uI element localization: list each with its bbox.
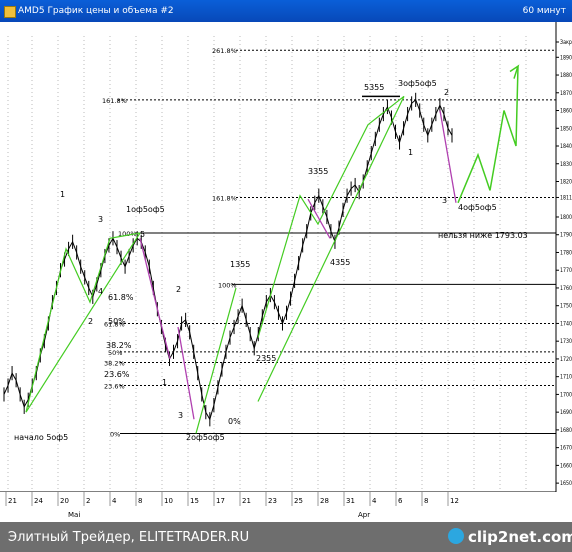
x-tick-label: 21 xyxy=(8,497,17,505)
y-tick-label: 1730 xyxy=(560,338,572,345)
x-tick-label: 6 xyxy=(398,497,403,505)
wave-annotation: 5355 xyxy=(364,83,384,92)
wave-annotation: 2оф5оф5 xyxy=(186,433,225,442)
y-tick-label: 1700 xyxy=(560,391,572,398)
y-tick-label: 1850 xyxy=(560,125,572,132)
wave-annotation: 2 xyxy=(88,317,93,326)
x-tick-label: 24 xyxy=(34,497,43,505)
x-tick-label: 8 xyxy=(138,497,142,505)
y-tick-label: 1800 xyxy=(560,214,572,221)
wave-annotation: 4 xyxy=(98,287,103,296)
fib-level-label: 100% xyxy=(218,281,237,289)
window-title: AMD5 График цены и объема #2 xyxy=(18,6,174,16)
wave-annotation: 38.2% xyxy=(106,341,132,350)
wave-annotation: 5 xyxy=(140,230,145,239)
window-titlebar: AMD5 График цены и объема #2 60 минут xyxy=(0,0,572,22)
x-tick-label: 20 xyxy=(60,497,69,505)
wave-annotation: нельзя ниже 1793.03 xyxy=(438,231,528,240)
y-tick-label: 1650 xyxy=(560,480,572,487)
timeframe-label: 60 минут xyxy=(522,6,566,16)
app-icon xyxy=(4,6,16,18)
wave-annotation: 50% xyxy=(108,317,126,326)
price-chart[interactable]: Закр189018801870186018501840183018201811… xyxy=(0,22,572,522)
y-tick-label: 1830 xyxy=(560,161,572,168)
wave-annotation: 3 xyxy=(442,196,447,205)
fib-level-label: 161.8% xyxy=(212,194,237,202)
y-tick-label: 1670 xyxy=(560,445,572,452)
x-tick-label: 23 xyxy=(268,497,277,505)
x-month-label: Apr xyxy=(358,511,370,519)
y-tick-label: 1840 xyxy=(560,143,572,150)
y-tick-label: 1710 xyxy=(560,374,572,381)
wave-annotation: 3355 xyxy=(308,167,328,176)
y-tick-label: 1780 xyxy=(560,249,572,256)
y-tick-label: 1770 xyxy=(560,267,572,274)
wave-annotation: 1355 xyxy=(230,260,250,269)
wave-annotation: 2 xyxy=(176,285,181,294)
y-tick-label: 1750 xyxy=(560,303,572,310)
fib-level-label: 261.8% xyxy=(212,47,237,55)
x-tick-label: 12 xyxy=(450,497,459,505)
x-tick-label: 2 xyxy=(86,497,90,505)
y-tick-label: 1890 xyxy=(560,54,572,61)
wave-annotation: 3 xyxy=(98,215,103,224)
wave-annotation: 4355 xyxy=(330,258,350,267)
y-tick-label: 1690 xyxy=(560,409,572,416)
wave-annotation: начало 5оф5 xyxy=(14,433,68,442)
wave-annotation: 23.6% xyxy=(104,370,130,379)
wave-annotation: 2 xyxy=(444,88,449,97)
wave-annotation: 1 xyxy=(408,148,413,157)
x-tick-label: 25 xyxy=(294,497,303,505)
x-tick-label: 8 xyxy=(424,497,428,505)
fib-level-label: 23.6% xyxy=(104,383,125,391)
y-tick-label: 1811 xyxy=(560,194,572,201)
fib-level-label: 38.2% xyxy=(104,359,125,367)
x-month-label: Маі xyxy=(68,511,80,519)
y-tick-label: 1880 xyxy=(560,72,572,79)
footer-logo: clip2net.com xyxy=(468,528,572,546)
wave-annotation: 4оф5оф5 xyxy=(458,203,497,212)
y-tick-label: 1870 xyxy=(560,90,572,97)
wave-annotation: 3 xyxy=(178,411,183,420)
wave-annotation: 1оф5оф5 xyxy=(126,205,165,214)
plot-area xyxy=(0,22,556,492)
clip2net-logo-icon xyxy=(448,528,464,544)
x-tick-label: 31 xyxy=(346,497,355,505)
wave-annotation: 0% xyxy=(228,417,241,426)
y-tick-label: 1820 xyxy=(560,178,572,185)
wave-annotation: 3оф5оф5 xyxy=(398,79,437,88)
x-tick-label: 17 xyxy=(216,497,225,505)
footer-caption: Элитный Трейдер, ELITETRADER.RU xyxy=(8,530,250,545)
y-tick-label: 1790 xyxy=(560,232,572,239)
fib-level-label: 50% xyxy=(108,349,122,357)
fib-level-label: 161.8% xyxy=(102,97,127,105)
wave-annotation: 1 xyxy=(162,378,167,387)
wave-annotation: 2355 xyxy=(256,354,276,363)
y-tick-label: 1740 xyxy=(560,320,572,327)
wave-annotation: 61.8% xyxy=(108,293,134,302)
fib-level-label: 0% xyxy=(110,430,120,438)
x-tick-label: 21 xyxy=(242,497,251,505)
x-tick-label: 15 xyxy=(190,497,199,505)
wave-annotation: 1 xyxy=(60,190,65,199)
footer-bar: Элитный Трейдер, ELITETRADER.RU clip2net… xyxy=(0,522,572,552)
y-tick-label: 1760 xyxy=(560,285,572,292)
x-tick-label: 4 xyxy=(372,497,377,505)
y-tick-label: 1680 xyxy=(560,427,572,434)
x-tick-label: 10 xyxy=(164,497,173,505)
x-tick-label: 4 xyxy=(112,497,117,505)
y-tick-label: 1660 xyxy=(560,462,572,469)
y-tick-label: 1860 xyxy=(560,108,572,115)
y-tick-label: Закр xyxy=(560,39,572,46)
y-tick-label: 1720 xyxy=(560,356,572,363)
x-tick-label: 28 xyxy=(320,497,329,505)
